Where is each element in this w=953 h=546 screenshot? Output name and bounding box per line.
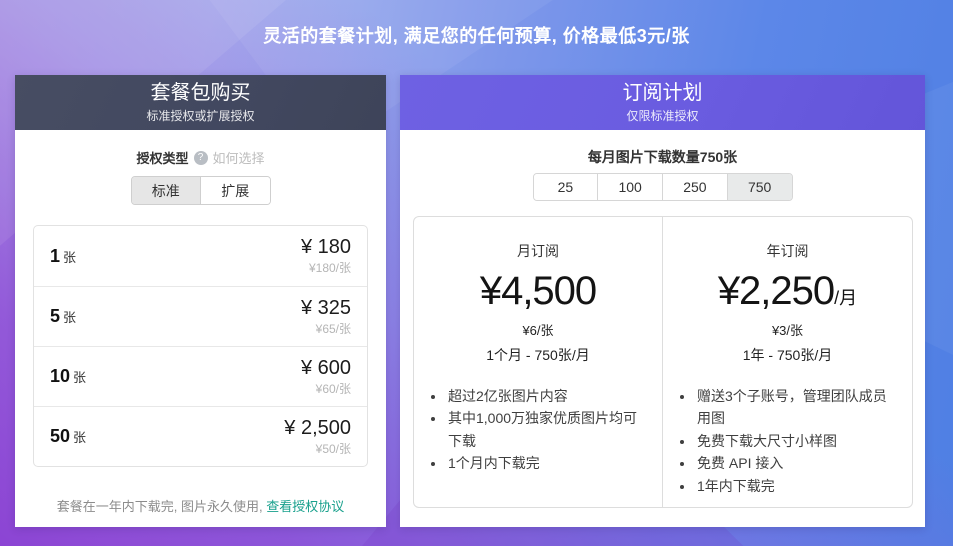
- subscription-plans-box: 月订阅 ¥4,500 ¥6/张 1个月 - 750张/月 超过2亿张图片内容 其…: [413, 216, 913, 508]
- table-row[interactable]: 50张 ¥ 2,500 ¥50/张: [34, 406, 367, 466]
- row-price: ¥ 180 ¥180/张: [301, 236, 351, 276]
- plan-feature: 免费 API 接入: [695, 452, 898, 474]
- plan-feature: 1个月内下载完: [446, 452, 648, 474]
- package-card-title: 套餐包购买: [151, 81, 251, 106]
- row-price-per-image: ¥65/张: [301, 320, 351, 337]
- plan-price: ¥2,250/月: [663, 269, 912, 313]
- plan-feature: 赠送3个子账号，管理团队成员用图: [695, 385, 898, 430]
- license-tab-extended[interactable]: 扩展: [200, 177, 270, 204]
- plan-name: 年订阅: [663, 241, 912, 261]
- row-quantity: 5张: [50, 306, 76, 327]
- plan-feature-list: 超过2亿张图片内容 其中1,000万独家优质图片均可下载 1个月内下载完: [446, 385, 648, 475]
- subscription-card-title: 订阅计划: [623, 81, 703, 106]
- quota-segmented-control: 25 100 250 750: [533, 173, 793, 201]
- row-price-main: ¥ 325: [301, 297, 351, 320]
- plan-duration: 1年 - 750张/月: [663, 345, 912, 365]
- row-price: ¥ 2,500 ¥50/张: [284, 417, 351, 457]
- plan-per-image: ¥6/张: [414, 320, 662, 339]
- package-card-subtitle: 标准授权或扩展授权: [146, 107, 254, 124]
- subscription-card-header: 订阅计划 仅限标准授权: [400, 75, 925, 130]
- license-type-toggle: 标准 扩展: [131, 176, 271, 205]
- table-row[interactable]: 5张 ¥ 325 ¥65/张: [34, 286, 367, 346]
- row-price: ¥ 600 ¥60/张: [301, 357, 351, 397]
- row-price-per-image: ¥50/张: [284, 440, 351, 457]
- help-question-icon[interactable]: ?: [194, 151, 208, 165]
- plan-price: ¥4,500: [414, 269, 662, 313]
- quota-option-25[interactable]: 25: [534, 174, 598, 200]
- plan-feature: 其中1,000万独家优质图片均可下载: [446, 407, 648, 452]
- package-card-header: 套餐包购买 标准授权或扩展授权: [15, 75, 386, 130]
- quota-label: 每月图片下载数量750张: [400, 147, 925, 167]
- plan-monthly: 月订阅 ¥4,500 ¥6/张 1个月 - 750张/月 超过2亿张图片内容 其…: [414, 217, 663, 507]
- license-type-label: 授权类型: [136, 148, 188, 167]
- plan-per-image: ¥3/张: [663, 320, 912, 339]
- plan-price-suffix: /月: [834, 288, 857, 308]
- license-type-line: 授权类型 ? 如何选择: [15, 148, 386, 167]
- plan-feature: 免费下载大尺寸小样图: [695, 430, 898, 452]
- package-footer-text: 套餐在一年内下载完, 图片永久使用,: [57, 499, 266, 514]
- row-price: ¥ 325 ¥65/张: [301, 297, 351, 337]
- plan-feature: 超过2亿张图片内容: [446, 385, 648, 407]
- row-price-per-image: ¥60/张: [301, 380, 351, 397]
- subscription-card: 订阅计划 仅限标准授权 每月图片下载数量750张 25 100 250 750 …: [400, 75, 925, 527]
- plan-feature: 1年内下载完: [695, 475, 898, 497]
- quota-option-250[interactable]: 250: [662, 174, 727, 200]
- license-agreement-link[interactable]: 查看授权协议: [266, 499, 344, 514]
- plan-duration: 1个月 - 750张/月: [414, 345, 662, 365]
- plan-feature-list: 赠送3个子账号，管理团队成员用图 免费下载大尺寸小样图 免费 API 接入 1年…: [695, 385, 898, 497]
- table-row[interactable]: 1张 ¥ 180 ¥180/张: [34, 226, 367, 286]
- plan-annual: 年订阅 ¥2,250/月 ¥3/张 1年 - 750张/月 赠送3个子账号，管理…: [663, 217, 912, 507]
- license-tab-standard[interactable]: 标准: [132, 177, 201, 204]
- row-quantity: 10张: [50, 366, 86, 387]
- table-row[interactable]: 10张 ¥ 600 ¥60/张: [34, 346, 367, 406]
- promo-banner: 灵活的套餐计划, 满足您的任何预算, 价格最低3元/张: [0, 0, 953, 70]
- row-price-main: ¥ 600: [301, 357, 351, 380]
- row-price-main: ¥ 2,500: [284, 417, 351, 440]
- row-quantity: 50张: [50, 426, 86, 447]
- license-help-link[interactable]: 如何选择: [213, 148, 265, 167]
- promo-banner-text: 灵活的套餐计划, 满足您的任何预算, 价格最低3元/张: [263, 22, 690, 48]
- plan-name: 月订阅: [414, 241, 662, 261]
- package-price-table: 1张 ¥ 180 ¥180/张 5张 ¥ 325 ¥65/张 10张 ¥ 600…: [33, 225, 368, 467]
- row-price-main: ¥ 180: [301, 236, 351, 259]
- package-card: 套餐包购买 标准授权或扩展授权 授权类型 ? 如何选择 标准 扩展 1张 ¥ 1…: [15, 75, 386, 527]
- quota-option-100[interactable]: 100: [597, 174, 662, 200]
- subscription-card-subtitle: 仅限标准授权: [626, 107, 698, 124]
- quota-option-750[interactable]: 750: [727, 174, 792, 200]
- package-footer-note: 套餐在一年内下载完, 图片永久使用, 查看授权协议: [15, 496, 386, 515]
- row-price-per-image: ¥180/张: [301, 259, 351, 276]
- row-quantity: 1张: [50, 246, 76, 267]
